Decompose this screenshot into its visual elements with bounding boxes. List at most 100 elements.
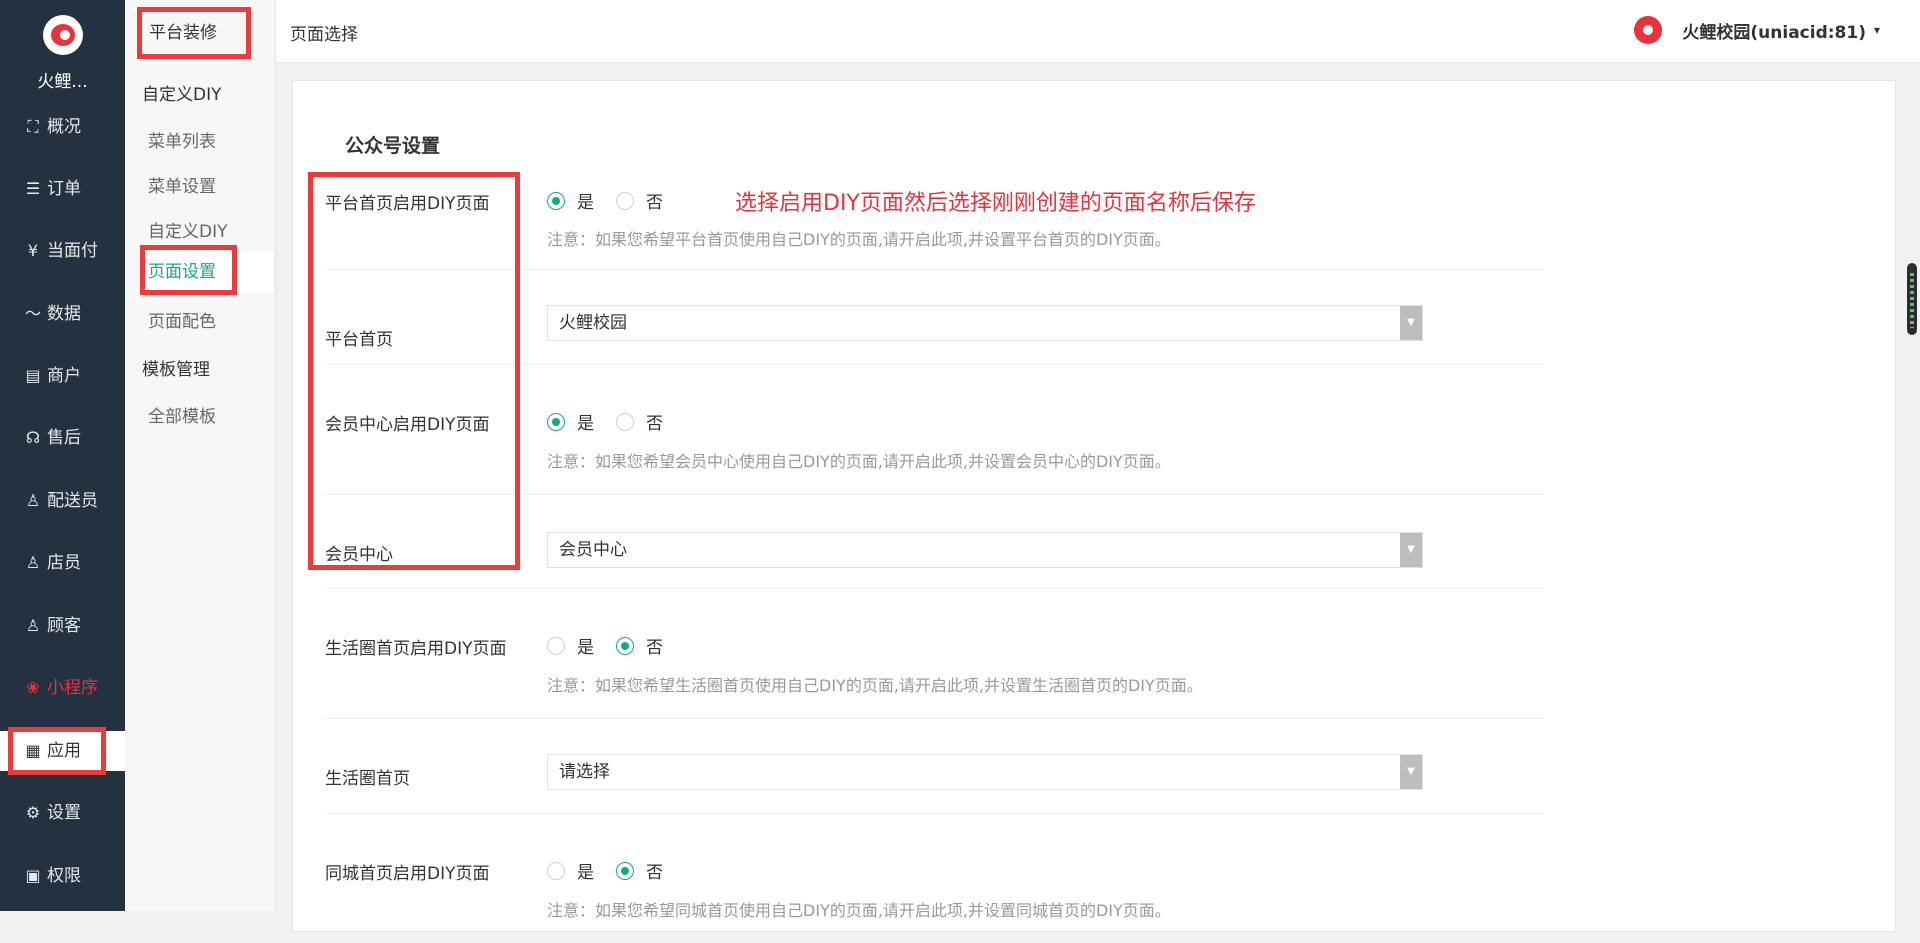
dropdown-arrow-icon: ▼: [1400, 755, 1422, 789]
radio-label: 否: [646, 638, 663, 658]
radio-checked-icon: [616, 861, 634, 880]
sidebar-item-label: 权限: [47, 866, 81, 886]
form-row-life-diy: 生活圈首页启用DIY页面 是 否 注意：如果您希望生活圈首页使用自己DIY的页面…: [325, 588, 1545, 719]
gear-icon: ⚙: [25, 803, 41, 822]
radio-checked-icon: [547, 412, 565, 431]
sidebar-item-data[interactable]: 〜数据: [0, 294, 125, 334]
sidebar-item-miniprogram[interactable]: ❀ 小程序: [0, 668, 125, 708]
brand-logo-icon: [42, 15, 83, 55]
subnav-item-menu-settings[interactable]: 菜单设置: [148, 172, 216, 197]
radio-unchecked-icon: [547, 861, 565, 880]
annotation-text: 选择启用DIY页面然后选择刚刚创建的页面名称后保存: [735, 191, 1256, 216]
subnav-item-menu-list[interactable]: 菜单列表: [148, 127, 216, 152]
radio-member-diy-yes[interactable]: 是: [547, 409, 594, 434]
page-title: 页面选择: [290, 25, 358, 45]
sidebar-item-label: 小程序: [47, 678, 98, 698]
miniprogram-icon: ❀: [26, 678, 40, 697]
radio-label: 否: [646, 414, 663, 434]
sidebar-item-label: 店员: [47, 553, 81, 573]
note-life-diy: 注意：如果您希望生活圈首页使用自己DIY的页面,请开启此项,并设置生活圈首页的D…: [547, 676, 1203, 695]
radio-group-member-diy: 是 否: [547, 409, 685, 434]
highlight-box-form-labels: [308, 172, 520, 570]
radio-label: 是: [577, 863, 594, 883]
note-city-diy: 注意：如果您希望同城首页使用自己DIY的页面,请开启此项,并设置同城首页的DIY…: [547, 901, 1171, 920]
sidebar-item-label: 概况: [47, 117, 81, 137]
sidebar-item-permissions[interactable]: ▣ 权限: [0, 856, 125, 896]
sub-sidebar: 平台装修 自定义DIY 菜单列表 菜单设置 自定义DIY 页面设置 页面配色 模…: [125, 0, 276, 911]
brand[interactable]: 火鲤...: [0, 15, 125, 92]
sidebar-item-orders[interactable]: ☰ 订单: [0, 169, 125, 209]
dropdown-arrow-icon: ▼: [1400, 306, 1422, 340]
sidebar-item-label: 订单: [47, 179, 81, 199]
yen-icon: ¥: [27, 241, 39, 260]
radio-checked-icon: [616, 636, 634, 655]
sidebar-item-facepay[interactable]: ¥ 当面付: [0, 231, 125, 271]
subnav-item-all-templates[interactable]: 全部模板: [148, 402, 216, 427]
radio-unchecked-icon: [616, 191, 634, 210]
radio-unchecked-icon: [616, 412, 634, 431]
platform-home-select[interactable]: 火鲤校园 ▼: [547, 305, 1423, 341]
radio-checked-icon: [547, 191, 565, 210]
courier-icon: ♙: [25, 491, 41, 510]
radio-label: 是: [577, 638, 594, 658]
radio-member-diy-no[interactable]: 否: [616, 409, 663, 434]
highlight-box-apps: [8, 727, 106, 775]
form-row-city-diy: 同城首页启用DIY页面 是 否 注意：如果您希望同城首页使用自己DIY的页面,请…: [325, 813, 1545, 943]
sidebar-item-customer[interactable]: ♙ 顾客: [0, 606, 125, 646]
scrollbar-grip-icon: [1910, 273, 1914, 328]
radio-unchecked-icon: [547, 636, 565, 655]
sidebar-item-courier[interactable]: ♙ 配送员: [0, 481, 125, 521]
radio-life-diy-no[interactable]: 否: [616, 633, 663, 658]
user-name: 火鲤校园(uniacid:81): [1682, 22, 1866, 43]
account-logo-icon: [1634, 16, 1663, 44]
note-platform-diy: 注意：如果您希望平台首页使用自己DIY的页面,请开启此项,并设置平台首页的DIY…: [547, 230, 1171, 249]
section-title: 公众号设置: [345, 135, 441, 157]
sidebar-item-label: 顾客: [47, 616, 81, 636]
chart-icon: 〜: [24, 304, 41, 323]
radio-platform-diy-no[interactable]: 否: [616, 188, 663, 213]
topbar: 页面选择 火鲤校园(uniacid:81) ▾: [276, 0, 1920, 63]
sidebar-item-settings[interactable]: ⚙ 设置: [0, 793, 125, 833]
radio-city-diy-yes[interactable]: 是: [547, 858, 594, 883]
label-life-diy: 生活圈首页启用DIY页面: [325, 639, 507, 659]
select-value: 会员中心: [559, 540, 627, 560]
radio-city-diy-no[interactable]: 否: [616, 858, 663, 883]
radio-label: 否: [646, 193, 663, 213]
sidebar-item-label: 当面付: [47, 241, 98, 261]
radio-group-platform-diy: 是 否: [547, 188, 685, 213]
sidebar-item-aftersale[interactable]: ☊ 售后: [0, 418, 125, 458]
overview-icon: ⛶: [27, 117, 39, 136]
subnav-item-page-colors[interactable]: 页面配色: [148, 307, 216, 332]
label-city-diy: 同城首页启用DIY页面: [325, 864, 490, 884]
radio-label: 否: [646, 863, 663, 883]
subnav-group-diy[interactable]: 自定义DIY: [142, 80, 222, 105]
note-member-diy: 注意：如果您希望会员中心使用自己DIY的页面,请开启此项,并设置会员中心的DIY…: [547, 452, 1171, 471]
sidebar-item-label: 配送员: [47, 491, 98, 511]
sidebar-item-clerk[interactable]: ♙ 店员: [0, 543, 125, 583]
sidebar-item-label: 数据: [47, 304, 81, 324]
member-center-select[interactable]: 会员中心 ▼: [547, 532, 1423, 568]
order-icon: ☰: [25, 179, 41, 198]
headset-icon: ☊: [25, 428, 41, 447]
select-value: 请选择: [559, 762, 610, 782]
store-icon: ▤: [25, 366, 41, 385]
radio-label: 是: [577, 193, 594, 213]
sidebar-item-overview[interactable]: ⛶ 概况: [0, 107, 125, 147]
sidebar-item-label: 设置: [47, 803, 81, 823]
sidebar-item-label: 商户: [47, 366, 81, 386]
radio-group-city-diy: 是 否: [547, 858, 685, 883]
customer-icon: ♙: [25, 616, 41, 635]
user-menu[interactable]: 火鲤校园(uniacid:81) ▾: [1634, 16, 1880, 44]
radio-group-life-diy: 是 否: [547, 633, 685, 658]
clerk-icon: ♙: [25, 553, 41, 572]
life-home-select[interactable]: 请选择 ▼: [547, 754, 1423, 790]
radio-platform-diy-yes[interactable]: 是: [547, 188, 594, 213]
sidebar-item-merchant[interactable]: ▤ 商户: [0, 356, 125, 396]
highlight-box-subnav-title: [137, 7, 251, 59]
subnav-item-custom-diy[interactable]: 自定义DIY: [148, 217, 228, 242]
chevron-down-icon: ▾: [1873, 23, 1880, 37]
sidebar-item-label: 售后: [47, 428, 81, 448]
subnav-group-templates[interactable]: 模板管理: [142, 355, 210, 380]
select-value: 火鲤校园: [559, 313, 627, 333]
radio-life-diy-yes[interactable]: 是: [547, 633, 594, 658]
